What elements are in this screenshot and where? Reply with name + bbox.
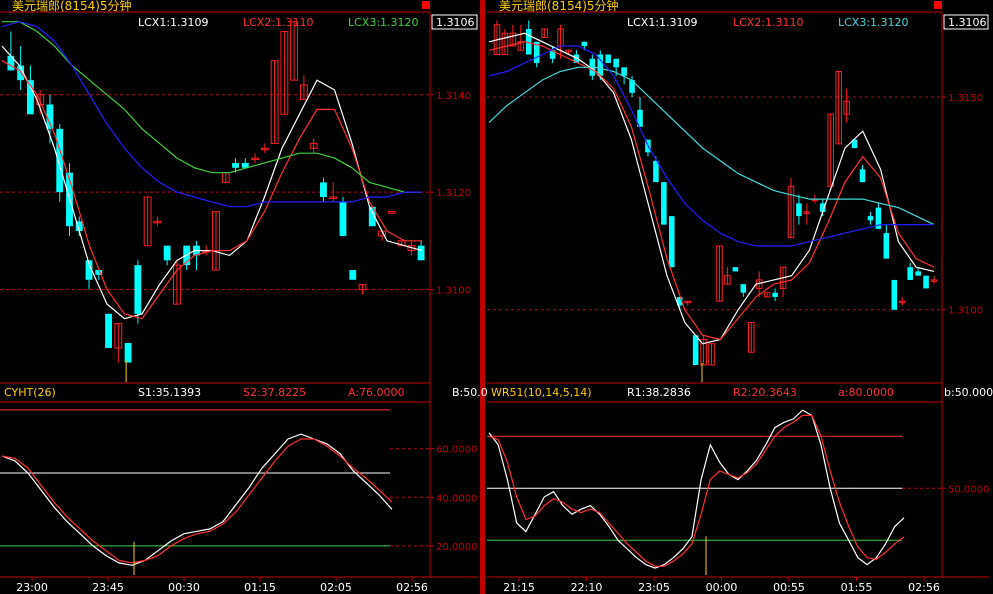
indicator-tick-label: 50.0000: [948, 484, 989, 495]
candle-body: [605, 54, 612, 64]
candle-body: [124, 343, 132, 363]
indicator-label: a:80.0000: [838, 386, 894, 399]
background: [0, 0, 993, 594]
corner-marker: [422, 1, 430, 9]
ma-label: LCX1:1.3109: [138, 16, 209, 29]
candle-body: [56, 128, 64, 193]
candle-body: [883, 233, 890, 259]
candle-body: [669, 216, 675, 268]
ma-label: LCX1:1.3109: [627, 16, 698, 29]
candle-body: [796, 203, 802, 217]
time-axis-label: 00:30: [168, 581, 200, 594]
indicator-tick-label: 40.0000: [436, 493, 477, 504]
price-readout: 1.3106: [436, 16, 475, 29]
candle-body: [732, 267, 739, 272]
candle-body: [661, 182, 667, 225]
time-axis-label: 23:00: [16, 581, 48, 594]
time-axis-label: 02:56: [908, 581, 940, 594]
chart-title: 美元瑞郎(8154)5分钟: [12, 0, 132, 13]
indicator-tick-label: 20.0000: [436, 542, 477, 553]
corner-marker: [934, 1, 942, 9]
chart-canvas: 美元瑞郎(8154)5分钟 1.3106 LCX1:1.3109 LCX2:1.311…: [0, 0, 993, 594]
time-axis-label: 00:00: [706, 581, 738, 594]
candle-body: [349, 270, 357, 280]
candle-body: [923, 275, 929, 289]
candle-body: [891, 279, 898, 310]
time-axis-label: 00:55: [773, 581, 805, 594]
chart-title: 美元瑞郎(8154)5分钟: [499, 0, 619, 13]
time-axis-label: 21:15: [503, 581, 535, 594]
time-axis-label: 01:15: [244, 581, 276, 594]
ma-label: LCX2:1.3110: [733, 16, 804, 29]
candle-body: [915, 271, 921, 276]
candle-body: [134, 265, 142, 314]
candle-body: [232, 162, 239, 168]
price-tick-label: 1.3140: [436, 91, 471, 102]
candle-body: [740, 284, 747, 293]
ma-label: LCX2:1.3110: [243, 16, 314, 29]
candle-body: [867, 216, 874, 221]
candle-body: [581, 41, 588, 47]
price-tick-label: 1.3120: [436, 188, 471, 199]
candle-body: [417, 245, 425, 261]
price-readout: 1.3106: [948, 16, 987, 29]
candle-body: [105, 313, 112, 348]
time-axis-label: 23:45: [92, 581, 124, 594]
candle-body: [692, 335, 699, 365]
panel-separator: [480, 0, 485, 594]
ma-label: LCX3:1.3120: [838, 16, 909, 29]
indicator-label: R1:38.2836: [627, 386, 691, 399]
candle-body: [653, 160, 659, 183]
candle-body: [339, 201, 347, 236]
indicator-label: A:76.0000: [348, 386, 405, 399]
candle-body: [163, 245, 171, 261]
indicator-label: b:50.0000: [944, 386, 993, 399]
price-tick-label: 1.3150: [948, 93, 983, 104]
candle-body: [621, 67, 627, 76]
time-axis-label: 02:56: [396, 581, 428, 594]
indicator-name: WR51(10,14,5,14): [491, 386, 592, 399]
indicator-label: S1:35.1393: [138, 386, 201, 399]
indicator-label: R2:20.3643: [733, 386, 797, 399]
candle-body: [320, 182, 327, 197]
candle-body: [772, 292, 778, 297]
candle-body: [46, 104, 54, 129]
price-tick-label: 1.3100: [436, 286, 471, 297]
ma-label: LCX3:1.3120: [348, 16, 419, 29]
price-tick-label: 1.3100: [948, 306, 983, 317]
time-axis-label: 23:05: [638, 581, 670, 594]
candle-body: [859, 169, 866, 183]
indicator-label: B:50.0: [452, 386, 488, 399]
indicator-name: CYHT(26): [4, 386, 56, 399]
time-axis-label: 02:05: [320, 581, 352, 594]
time-axis-label: 01:55: [841, 581, 873, 594]
candle-body: [613, 58, 619, 68]
time-axis-label: 22:10: [571, 581, 603, 594]
indicator-label: S2:37.8225: [243, 386, 306, 399]
candle-body: [907, 267, 913, 280]
indicator-tick-label: 60.0000: [436, 445, 477, 456]
